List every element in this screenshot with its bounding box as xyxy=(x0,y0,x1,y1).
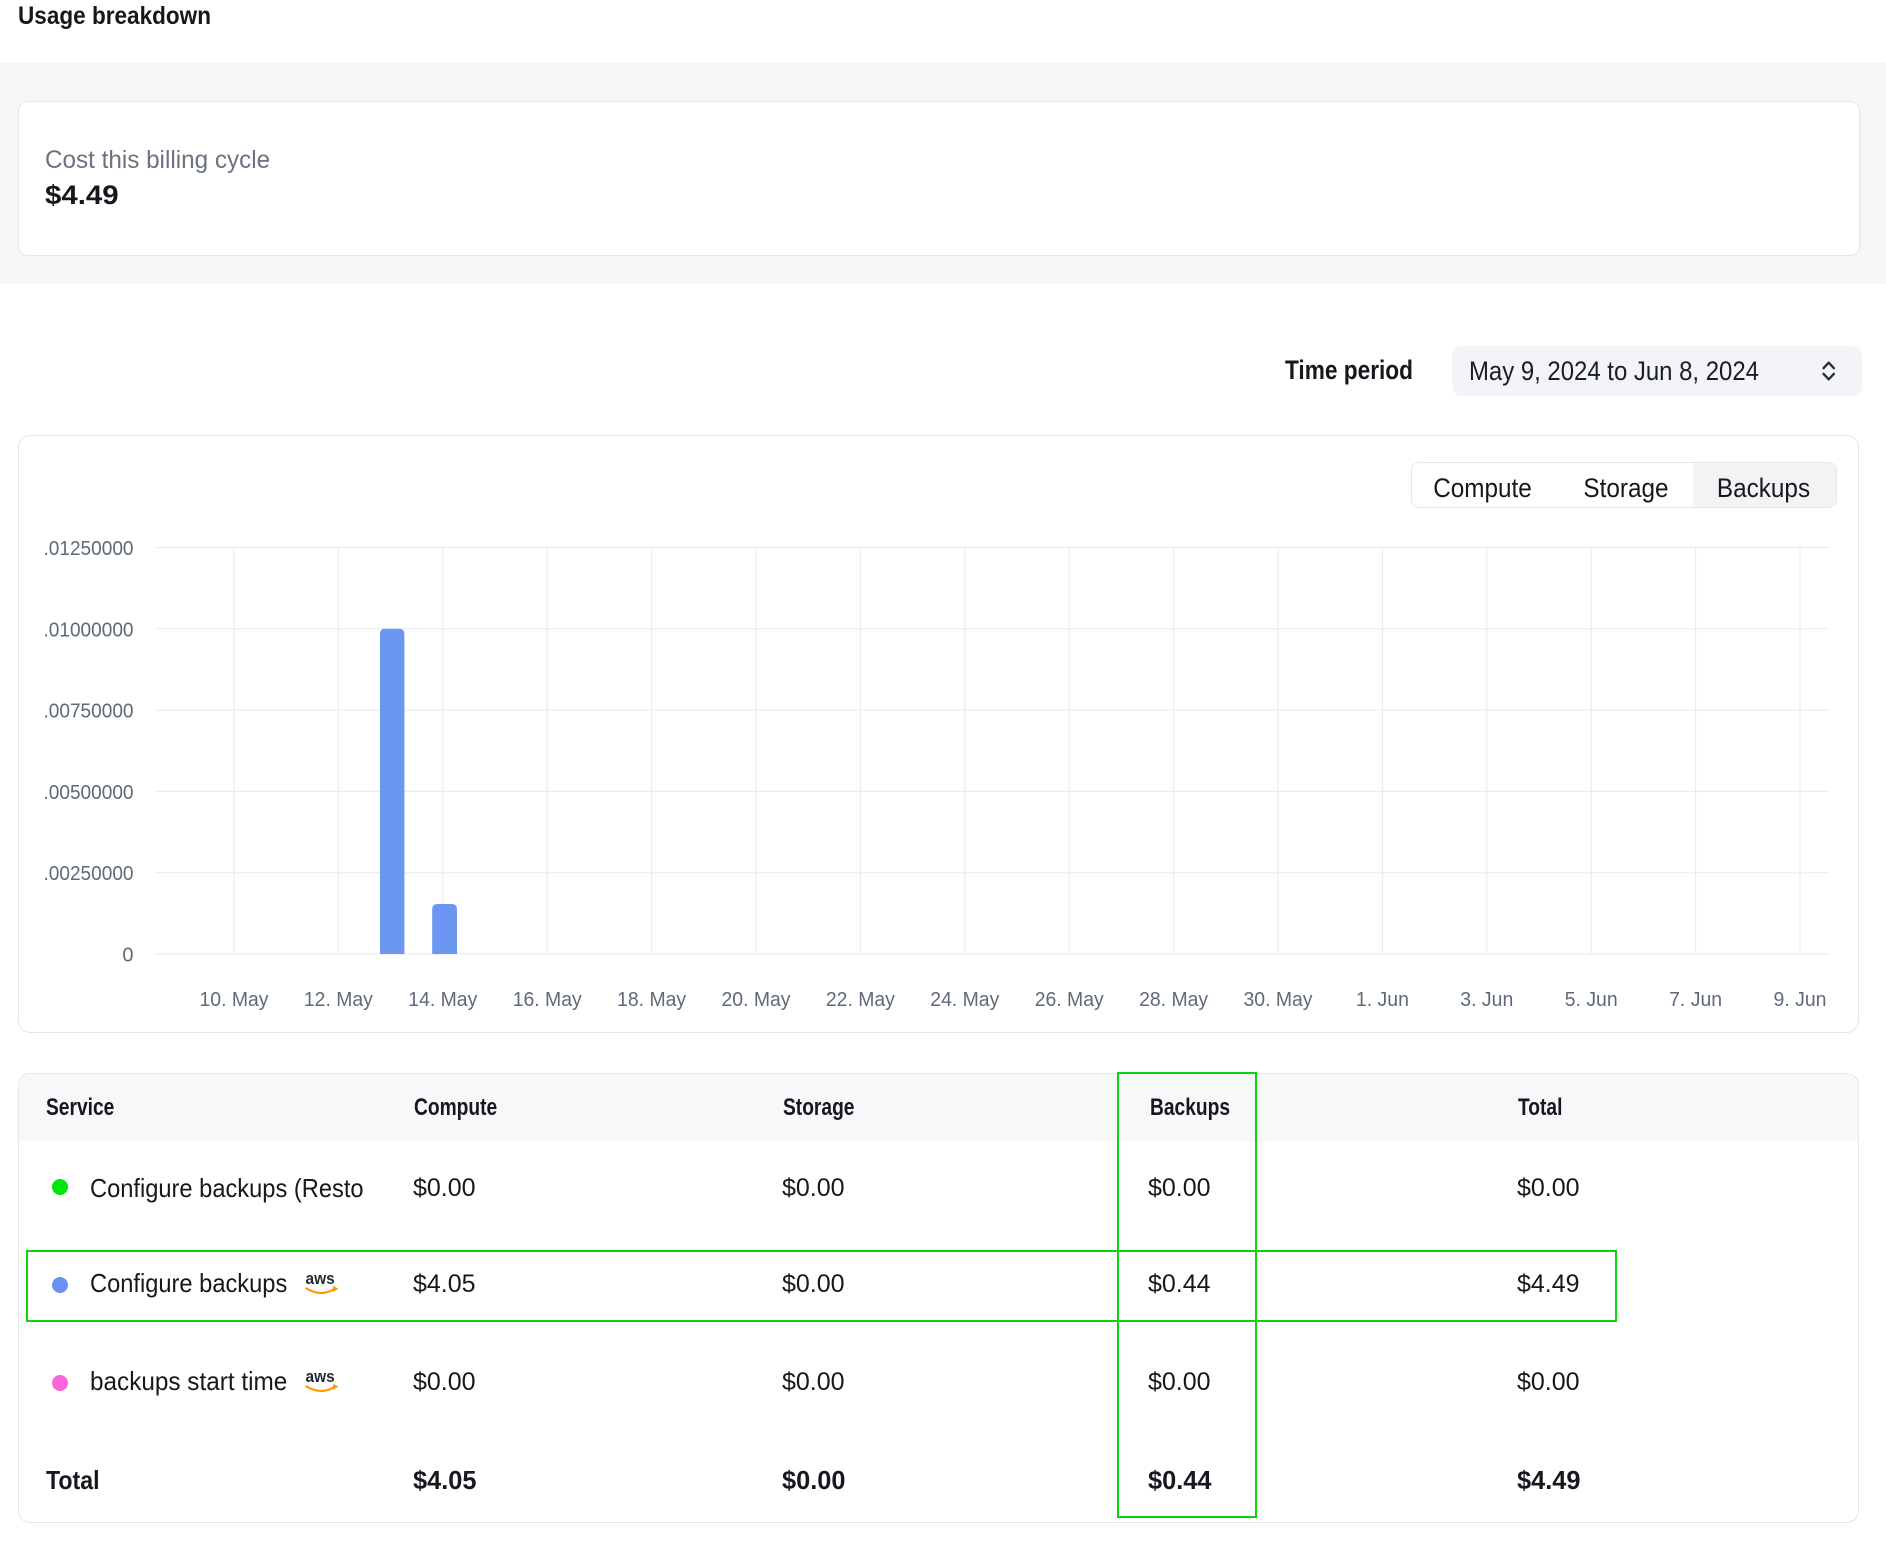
svg-text:16. May: 16. May xyxy=(513,989,582,1011)
svg-text:.00250000: .00250000 xyxy=(44,863,134,885)
svg-text:14. May: 14. May xyxy=(408,989,477,1011)
svg-text:12. May: 12. May xyxy=(304,989,373,1011)
svg-text:5. Jun: 5. Jun xyxy=(1565,989,1618,1011)
svg-text:.01000000: .01000000 xyxy=(44,619,134,641)
svg-text:10. May: 10. May xyxy=(200,989,269,1011)
svg-text:24. May: 24. May xyxy=(930,989,999,1011)
svg-text:30. May: 30. May xyxy=(1244,989,1313,1011)
svg-text:aws: aws xyxy=(306,1371,335,1386)
svg-text:7. Jun: 7. Jun xyxy=(1669,989,1722,1011)
svg-text:.00750000: .00750000 xyxy=(44,701,134,723)
svg-text:28. May: 28. May xyxy=(1139,989,1208,1011)
svg-text:26. May: 26. May xyxy=(1035,989,1104,1011)
svg-text:9. Jun: 9. Jun xyxy=(1774,989,1827,1011)
svg-text:.01250000: .01250000 xyxy=(44,538,134,560)
svg-text:20. May: 20. May xyxy=(722,989,791,1011)
svg-text:0: 0 xyxy=(122,945,133,967)
svg-text:.00500000: .00500000 xyxy=(44,782,134,804)
svg-text:22. May: 22. May xyxy=(826,989,895,1011)
svg-text:18. May: 18. May xyxy=(617,989,686,1011)
svg-text:3. Jun: 3. Jun xyxy=(1460,989,1513,1011)
svg-text:1. Jun: 1. Jun xyxy=(1356,989,1409,1011)
